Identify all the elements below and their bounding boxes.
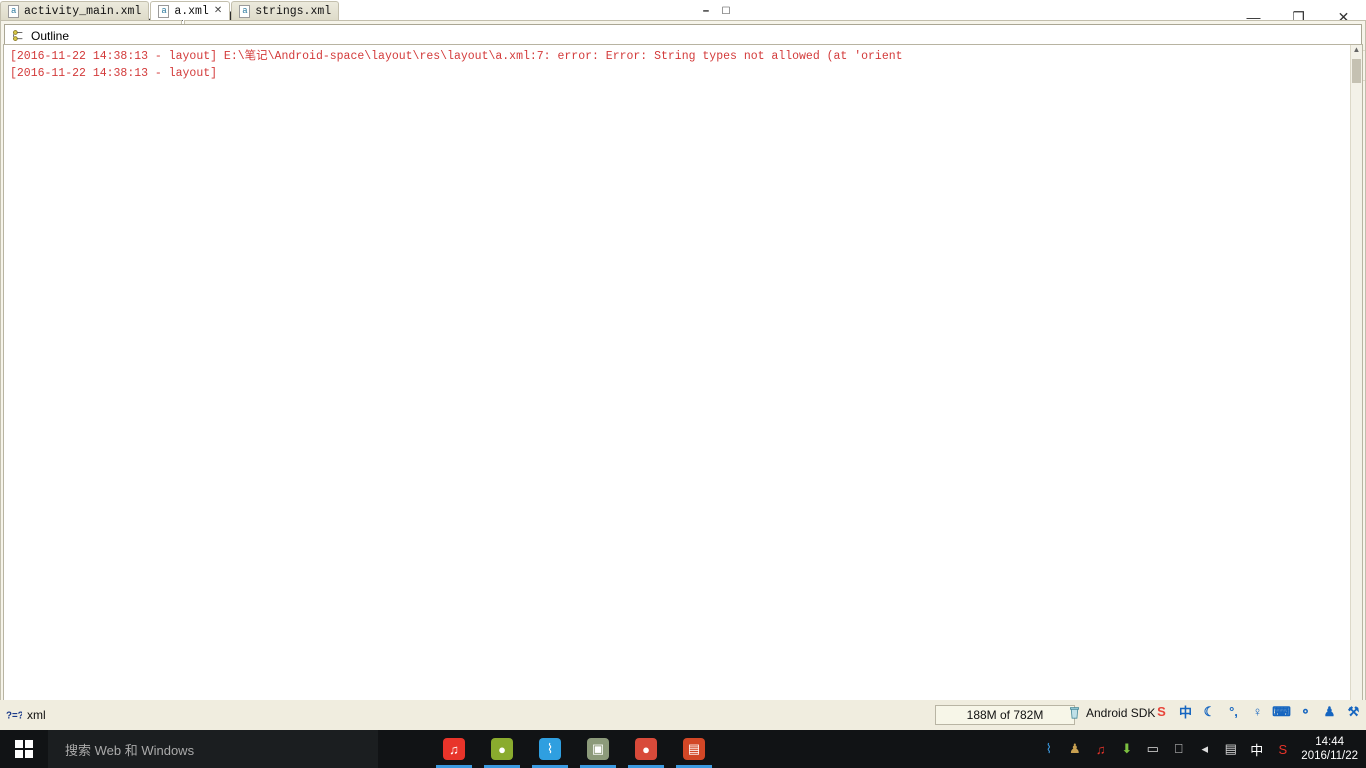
taskbar-chrome-icon[interactable]: ● xyxy=(622,730,670,768)
maximize-editor-icon[interactable]: ☐ xyxy=(719,4,733,18)
sdk-label: Android SDK xyxy=(1086,705,1156,720)
sdk-status: Android SDK xyxy=(1068,705,1155,720)
taskbar-rss-reader-icon[interactable]: ⌇ xyxy=(526,730,574,768)
taskbar-netease-music-icon[interactable]: ♫ xyxy=(430,730,478,768)
minimize-editor-icon[interactable]: ━ xyxy=(699,4,713,18)
outline-label: Outline xyxy=(31,28,70,43)
netease-music-icon: ♫ xyxy=(443,738,465,760)
taskbar-powerpoint-icon[interactable]: ▤ xyxy=(670,730,718,768)
heap-status[interactable]: 188M of 782M xyxy=(935,705,1075,725)
taskbar-search-input[interactable]: 搜索 Web 和 Windows xyxy=(48,730,378,768)
user-icon[interactable]: ⚬ xyxy=(1297,703,1314,720)
status-editor-type: ?=? xml xyxy=(0,708,46,722)
taskbar-clock[interactable]: 14:44 2016/11/22 xyxy=(1301,735,1358,763)
console-output[interactable]: [2016-11-22 14:38:13 - layout] E:\笔记\And… xyxy=(3,44,1363,765)
chrome-icon: ● xyxy=(635,738,657,760)
rss-reader-icon: ⌇ xyxy=(539,738,561,760)
close-icon[interactable]: ✕ xyxy=(214,5,222,17)
windows-taskbar: 搜索 Web 和 Windows ♫ ● ⌇ ▣ ● ▤ ⌇ ♟ ♫ ⬇ ▭ ⎕ ◂ ▤ 中 S 14:44… xyxy=(0,730,1366,768)
update-icon[interactable]: ⬇ xyxy=(1118,741,1135,758)
eclipse-icon: ● xyxy=(491,738,513,760)
taskbar-pinned-apps: ♫ ● ⌇ ▣ ● ▤ xyxy=(430,730,718,768)
editor-tab-label: a.xml xyxy=(174,4,209,18)
editor-controls: ━ ☐ xyxy=(699,4,733,18)
battery-icon[interactable]: ▭ xyxy=(1144,741,1161,758)
xml-status-icon: ?=? xyxy=(6,708,22,722)
photos-icon: ▣ xyxy=(587,738,609,760)
editor-tab-a-xml[interactable]: a.xml ✕ xyxy=(150,1,231,20)
windows-start-icon[interactable] xyxy=(0,730,48,768)
skin-icon[interactable]: ♟ xyxy=(1321,703,1338,720)
editor-tabbar: activity_main.xml a.xml ✕ strings.xml ━ … xyxy=(0,0,735,20)
weather-icon[interactable]: °, xyxy=(1225,703,1242,720)
wifi-icon[interactable]: ⌇ xyxy=(1040,741,1057,758)
network-icon[interactable]: ⎕ xyxy=(1170,741,1187,758)
volume-icon[interactable]: ◂ xyxy=(1196,741,1213,758)
xml-file-icon xyxy=(158,4,170,18)
xml-file-icon xyxy=(8,4,19,18)
tools-icon[interactable]: ⚒ xyxy=(1345,703,1362,720)
svg-text:?=?: ?=? xyxy=(6,711,22,722)
clock-date: 2016/11/22 xyxy=(1301,750,1358,762)
scroll-up-arrow-icon[interactable]: ▲ xyxy=(1351,45,1362,59)
netease-tray-icon[interactable]: ♫ xyxy=(1092,741,1109,758)
console-line: [2016-11-22 14:38:13 - layout] E:\笔记\And… xyxy=(10,50,903,63)
editor-tab-strings[interactable]: strings.xml xyxy=(231,1,340,20)
ime-icon[interactable]: 中 xyxy=(1248,741,1265,758)
status-editor-type-label: xml xyxy=(27,708,46,722)
editor-tab-label: activity_main.xml xyxy=(24,4,142,18)
powerpoint-icon: ▤ xyxy=(683,738,705,760)
outline-icon xyxy=(11,29,25,43)
keyboard-icon[interactable]: ⌨ xyxy=(1272,703,1291,720)
eclipse-tray-icons: S 中 ☾ °, ♀ ⌨ ⚬ ♟ ⚒ xyxy=(1153,703,1362,721)
taskbar-photos-icon[interactable]: ▣ xyxy=(574,730,622,768)
scroll-thumb[interactable] xyxy=(1352,59,1361,83)
action-center-icon[interactable]: ▤ xyxy=(1222,741,1239,758)
taskbar-tray: ⌇ ♟ ♫ ⬇ ▭ ⎕ ◂ ▤ 中 S 14:44 2016/11/22 xyxy=(1040,730,1366,768)
xml-file-icon xyxy=(239,4,251,18)
eclipse-window: DDMS - layout/res/layout/a.xml - Eclipse… xyxy=(0,0,1366,768)
console-vscrollbar[interactable]: ▲ ▼ xyxy=(1350,45,1362,764)
sogou-ime-icon[interactable]: S xyxy=(1274,741,1291,758)
console-line: [2016-11-22 14:38:13 - layout] xyxy=(10,67,218,80)
clock-time: 14:44 xyxy=(1315,736,1345,748)
ime-chinese-icon[interactable]: 中 xyxy=(1177,703,1194,720)
microphone-icon[interactable]: ♀ xyxy=(1249,703,1266,720)
taskbar-eclipse-icon[interactable]: ● xyxy=(478,730,526,768)
editor-tab-label: strings.xml xyxy=(255,4,332,18)
trash-icon[interactable] xyxy=(1068,705,1081,720)
security-icon[interactable]: ♟ xyxy=(1066,741,1083,758)
editor-tab-activity-main[interactable]: activity_main.xml xyxy=(0,1,150,20)
sogou-icon[interactable]: S xyxy=(1153,703,1170,720)
moon-icon[interactable]: ☾ xyxy=(1201,703,1218,720)
